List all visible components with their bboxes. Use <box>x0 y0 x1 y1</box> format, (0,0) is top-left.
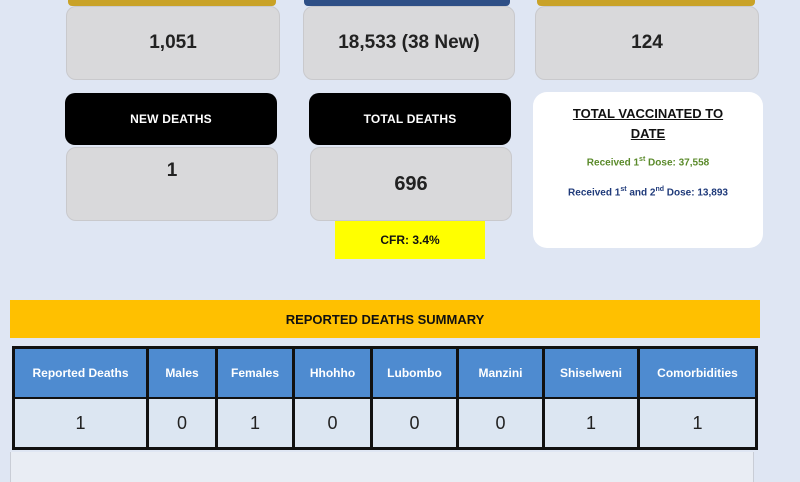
vaccinated-title-line1: TOTAL VACCINATED TO <box>572 106 724 121</box>
deaths-summary-table: Reported Deaths 1 Males 0 Females 1 Hhoh… <box>12 346 758 450</box>
col-header: Reported Deaths <box>15 349 146 399</box>
col-females: Females 1 <box>218 349 295 447</box>
both-dose-prefix: Received 1 <box>568 187 621 199</box>
both-dose-suffix: Dose: 13,893 <box>664 187 728 199</box>
vaccinated-title: TOTAL VACCINATED TO DATE <box>551 104 745 144</box>
deaths-summary-title: REPORTED DEATHS SUMMARY <box>10 300 760 338</box>
new-deaths-value: 1 <box>66 147 278 221</box>
col-header: Hhohho <box>295 349 370 399</box>
total-deaths-label: TOTAL DEATHS <box>309 93 511 145</box>
vaccinated-card: TOTAL VACCINATED TO DATE Received 1st Do… <box>533 92 763 248</box>
total-deaths-value: 696 <box>310 147 512 221</box>
col-value: 1 <box>218 399 292 447</box>
first-dose-suffix: Dose: 37,558 <box>645 157 710 169</box>
col-header: Shiselweni <box>545 349 637 399</box>
col-manzini: Manzini 0 <box>459 349 545 447</box>
stat-3-value: 124 <box>535 6 759 80</box>
col-value: 0 <box>459 399 542 447</box>
first-dose-prefix: Received 1 <box>586 157 640 169</box>
both-dose-sup2: nd <box>655 186 665 194</box>
col-hhohho: Hhohho 0 <box>295 349 373 447</box>
new-deaths-label: NEW DEATHS <box>65 93 277 145</box>
col-reported-deaths: Reported Deaths 1 <box>15 349 149 447</box>
col-shiselweni: Shiselweni 1 <box>545 349 640 447</box>
new-deaths-number: 1 <box>166 160 178 181</box>
stat-1-value: 1,051 <box>66 6 280 80</box>
col-value: 1 <box>545 399 637 447</box>
cfr-badge: CFR: 3.4% <box>335 221 485 259</box>
col-value: 1 <box>15 399 146 447</box>
both-dose-mid: and 2 <box>626 187 656 199</box>
col-value: 1 <box>640 399 755 447</box>
col-value: 0 <box>373 399 456 447</box>
both-dose-line: Received 1st and 2nd Dose: 13,893 <box>533 186 763 198</box>
first-dose-line: Received 1st Dose: 37,558 <box>533 156 763 168</box>
col-header: Comorbidities <box>640 349 755 399</box>
col-value: 0 <box>149 399 215 447</box>
col-lubombo: Lubombo 0 <box>373 349 459 447</box>
col-comorbidities: Comorbidities 1 <box>640 349 755 447</box>
col-header: Lubombo <box>373 349 456 399</box>
stat-2-value: 18,533 (38 New) <box>303 6 515 80</box>
col-header: Males <box>149 349 215 399</box>
col-header: Females <box>218 349 292 399</box>
col-value: 0 <box>295 399 370 447</box>
vaccinated-title-line2: DATE <box>630 126 666 141</box>
col-males: Males 0 <box>149 349 218 447</box>
next-section-panel <box>10 452 754 482</box>
col-header: Manzini <box>459 349 542 399</box>
